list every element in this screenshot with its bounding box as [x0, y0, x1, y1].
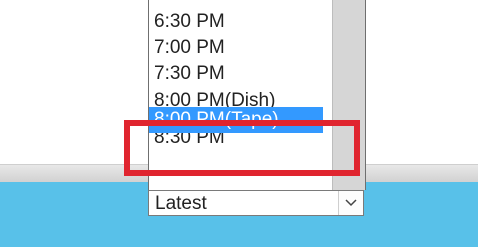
option-800pm-dish[interactable]: 8:00 PM(Dish) [149, 87, 333, 107]
chevron-down-icon[interactable] [338, 191, 363, 215]
option-700pm[interactable]: 7:00 PM [149, 35, 333, 61]
chevron-down-icon-glyph [345, 199, 357, 207]
time-combo-box[interactable]: Latest [148, 190, 364, 216]
annotation-highlight-box [124, 120, 360, 176]
option-630pm[interactable]: 6:30 PM [149, 9, 333, 35]
combo-selected-value: Latest [155, 193, 207, 214]
option-730pm[interactable]: 7:30 PM [149, 61, 333, 87]
